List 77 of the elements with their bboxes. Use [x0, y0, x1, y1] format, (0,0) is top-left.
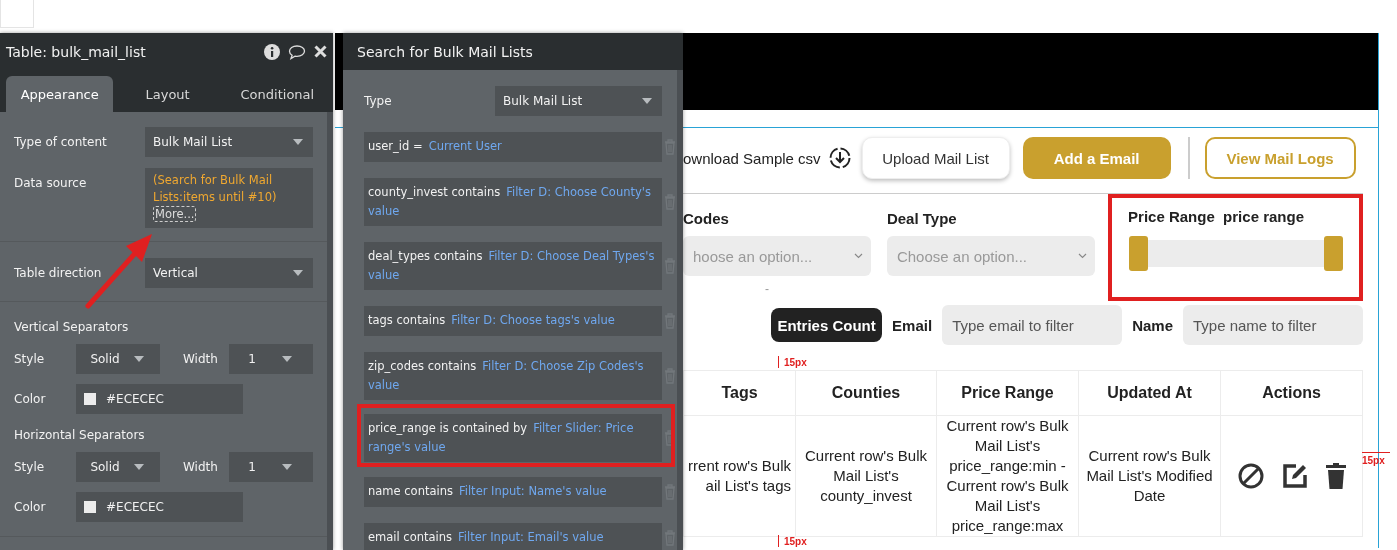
width-select[interactable]: 1	[229, 452, 313, 482]
corner-box	[0, 0, 34, 28]
table-cell: Current row's Bulk Mail List's county_invest	[795, 415, 937, 537]
panel-title: Search for Bulk Mail Lists	[357, 43, 534, 60]
field-label: Width	[183, 352, 219, 366]
data-source-field[interactable]: (Search for Bulk Mail Lists:items until #10) More...	[145, 168, 313, 228]
constraint-field[interactable]: county_invest contains Filter D: Choose County's value	[364, 178, 662, 226]
column-header: Counties	[795, 370, 937, 416]
type-select[interactable]: Bulk Mail List	[495, 86, 662, 116]
filter-label: Deal Type	[886, 210, 958, 229]
direction-select[interactable]: Vertical	[145, 258, 313, 288]
ban-icon[interactable]	[1237, 463, 1264, 489]
filter-label: Codes	[683, 210, 730, 229]
scrollbar[interactable]	[327, 112, 333, 550]
field-label: Type of content	[14, 134, 108, 149]
constraint-field[interactable]: email contains Filter Input: Email's value	[364, 523, 662, 550]
column-header: Actions	[1220, 370, 1363, 416]
scrollbar[interactable]	[677, 70, 683, 550]
column-header: Price Range	[936, 370, 1079, 416]
constraint-field[interactable]: user_id = Current User	[364, 132, 662, 162]
close-icon[interactable]	[314, 45, 327, 58]
column-header: Tags	[683, 370, 796, 416]
field-label: Style	[14, 460, 46, 474]
color-field[interactable]: #ECECEC	[76, 492, 243, 522]
caret-icon	[293, 139, 303, 145]
download-link[interactable]: ownload Sample csv	[683, 149, 821, 167]
caret-icon	[293, 270, 303, 276]
constraint-field[interactable]: name contains Filter Input: Name's value	[364, 477, 662, 507]
field-label: Color	[14, 392, 47, 406]
constraint-field[interactable]: deal_types contains Filter D: Choose Deal Types's value	[364, 242, 662, 290]
info-icon[interactable]	[264, 43, 280, 60]
filter-input[interactable]: Type name to filter	[1183, 305, 1363, 345]
caret-icon	[642, 98, 652, 104]
field-label: Data source	[14, 175, 88, 190]
tab[interactable]: Conditional	[221, 76, 333, 112]
table-cell: Current row's Bulk Mail List's price_range:min - Current row's Bulk Mail List's price_range:max	[936, 415, 1079, 537]
download-icon[interactable]	[828, 147, 851, 169]
field-label: Table direction	[14, 265, 103, 280]
spacing-label: 15px	[784, 535, 807, 547]
column-header: Updated At	[1078, 370, 1221, 416]
field-label: Email	[892, 316, 933, 334]
tab[interactable]: Layout	[113, 76, 222, 112]
constraint-field[interactable]: tags contains Filter D: Choose tags's value	[364, 306, 662, 336]
field-label: Width	[183, 460, 219, 474]
field-label: Style	[14, 352, 46, 366]
field-label: Type	[364, 94, 393, 108]
caret-icon	[133, 464, 144, 470]
upload-button[interactable]: Upload Mail List	[861, 137, 1010, 179]
style-select[interactable]: Solid	[76, 452, 160, 482]
entries-count-badge: Entries Count	[771, 308, 883, 342]
color-field[interactable]: #ECECEC	[76, 384, 243, 414]
section-heading: Vertical Separators	[14, 320, 130, 334]
style-select[interactable]: Solid	[76, 344, 160, 374]
field-label: Color	[14, 500, 47, 514]
dash-text: -	[765, 282, 769, 296]
spacing-label: 15px	[784, 356, 807, 368]
tab[interactable]: Appearance	[6, 76, 114, 112]
caret-icon	[133, 356, 144, 362]
constraint-field[interactable]: zip_codes contains Filter D: Choose Zip Codes's value	[364, 352, 662, 400]
section-heading: Horizontal Separators	[14, 428, 146, 442]
trash-icon[interactable]	[1325, 463, 1346, 489]
slider-handle[interactable]	[1129, 236, 1149, 271]
slider-handle[interactable]	[1324, 236, 1344, 271]
edit-icon[interactable]	[1281, 463, 1308, 489]
chevron-icon	[853, 253, 863, 259]
caret-icon	[281, 356, 292, 362]
filter-label: Price Range price range	[1128, 208, 1305, 225]
table-cell: Current row's Bulk Mail List's Modified Date	[1078, 415, 1221, 537]
content-type-select[interactable]: Bulk Mail List	[145, 127, 313, 157]
chevron-icon	[1078, 253, 1088, 259]
filter-input[interactable]: Type email to filter	[942, 305, 1123, 345]
field-label: Name	[1132, 316, 1173, 334]
caret-icon	[281, 464, 292, 470]
constraint-field[interactable]: price_range is contained by Filter Slider: Price range's value	[364, 414, 662, 462]
comment-icon[interactable]	[288, 43, 306, 60]
width-select[interactable]: 1	[229, 344, 313, 374]
panel-title: Table: bulk_mail_list	[6, 43, 147, 60]
